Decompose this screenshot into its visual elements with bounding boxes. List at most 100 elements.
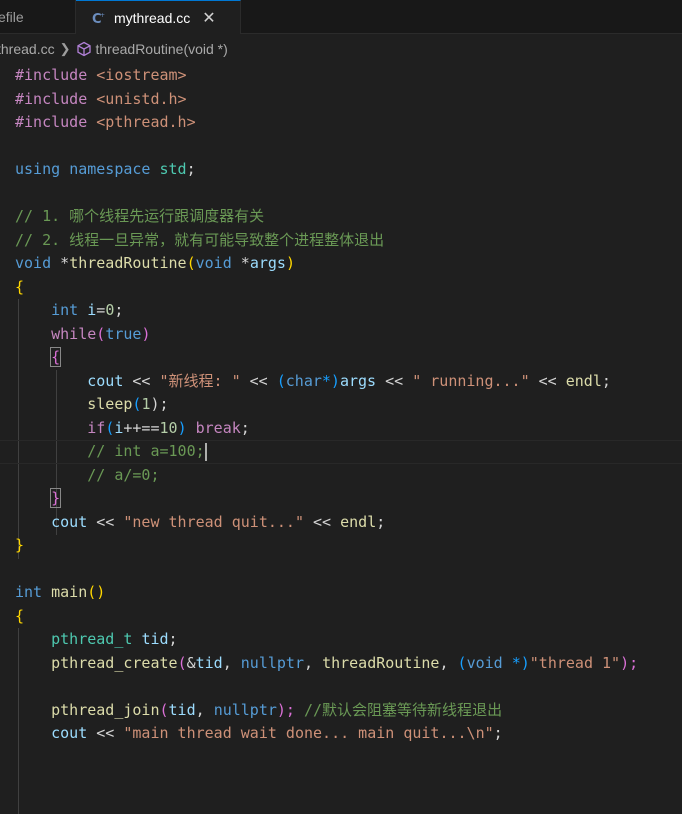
token: "main thread wait done... main quit...\n… xyxy=(123,724,494,742)
token: ( xyxy=(186,254,196,272)
token: ; xyxy=(186,160,196,178)
code-line: int i=0; xyxy=(0,299,682,323)
token: endl xyxy=(565,371,602,390)
token: cout xyxy=(87,371,124,390)
token: cout xyxy=(51,512,88,531)
breadcrumb-file[interactable]: thread.cc xyxy=(0,41,55,57)
token: "new thread quit..." xyxy=(123,512,304,531)
token: int xyxy=(15,583,43,601)
token: ; xyxy=(114,301,124,319)
code-line-current: // int a=100; xyxy=(0,440,682,464)
code-line: cout << "new thread quit..." << endl; xyxy=(0,511,682,535)
svg-text:+: + xyxy=(100,12,105,19)
code-line: // 2. 线程一旦异常，就有可能导致整个进程整体退出 xyxy=(0,229,682,253)
code-line: #include <pthread.h> xyxy=(0,111,682,135)
token: while xyxy=(51,324,97,343)
code-editor[interactable]: #include <iostream> #include <unistd.h> … xyxy=(0,64,682,814)
comment: // 1. 哪个线程先运行跟调度器有关 xyxy=(15,207,265,225)
token: true xyxy=(105,324,142,343)
token: tid xyxy=(195,653,223,672)
token: sleep xyxy=(87,395,133,413)
token: << xyxy=(529,371,566,390)
token: ( xyxy=(457,653,467,672)
code-line: int main() xyxy=(0,581,682,605)
code-line: while(true) xyxy=(0,323,682,347)
token: void xyxy=(195,254,232,272)
token: void xyxy=(15,254,52,272)
token: std xyxy=(159,160,187,178)
token: << xyxy=(240,371,277,390)
code-line: #include <unistd.h> xyxy=(0,88,682,112)
token: *) xyxy=(321,371,340,390)
token: ); xyxy=(620,653,639,672)
editor-tab-bar: efile C + mythread.cc ✕ xyxy=(0,0,682,34)
brace-open: { xyxy=(15,277,25,296)
token: << xyxy=(304,512,341,531)
code-line: using namespace std; xyxy=(0,158,682,182)
code-line: pthread_create(&tid, nullptr, threadRout… xyxy=(0,652,682,676)
token: ( xyxy=(159,700,169,719)
code-line: { xyxy=(0,346,682,370)
brace-close: } xyxy=(50,488,62,508)
token: if xyxy=(87,418,106,437)
token: nullptr xyxy=(213,700,277,719)
code-line: { xyxy=(0,605,682,629)
token: = xyxy=(96,301,106,319)
token: pthread_t xyxy=(51,630,133,648)
comment: //默认会阻塞等待新线程退出 xyxy=(304,700,503,719)
token: #include xyxy=(15,66,88,84)
close-icon[interactable]: ✕ xyxy=(202,8,215,28)
token: <pthread.h> xyxy=(96,113,196,131)
brace-close: } xyxy=(15,536,25,554)
token: ; xyxy=(376,512,386,531)
token: 10 xyxy=(159,418,178,437)
token: int xyxy=(51,301,79,319)
cpp-file-icon: C + xyxy=(92,12,105,25)
comment: // int a=100; xyxy=(87,442,205,460)
token: "新线程: " xyxy=(159,371,241,390)
code-line: // a/=0; xyxy=(0,464,682,488)
code-line: void *threadRoutine(void *args) xyxy=(0,252,682,276)
token: , xyxy=(304,653,323,672)
token: ); xyxy=(150,395,169,413)
token: ) xyxy=(141,324,151,343)
tab-makefile[interactable]: efile xyxy=(0,0,76,33)
token: <unistd.h> xyxy=(96,89,187,108)
token: , xyxy=(439,653,458,672)
code-line: } xyxy=(0,487,682,511)
token: using xyxy=(15,160,61,178)
tab-mythread-cc[interactable]: C + mythread.cc ✕ xyxy=(76,0,241,34)
token: namespace xyxy=(69,160,151,178)
token: endl xyxy=(340,512,377,531)
token: << xyxy=(87,512,124,531)
token: "thread 1" xyxy=(529,653,621,672)
token: <iostream> xyxy=(96,66,187,84)
token: pthread_create xyxy=(51,653,178,672)
breadcrumb-symbol[interactable]: threadRoutine(void *) xyxy=(96,41,228,57)
token: << xyxy=(376,371,413,390)
tab-label: mythread.cc xyxy=(114,9,191,26)
token: pthread_join xyxy=(51,700,160,719)
tab-label: efile xyxy=(0,8,24,25)
token: * xyxy=(240,254,250,272)
token: *) xyxy=(502,653,530,672)
token: tid xyxy=(141,630,169,648)
token: #include xyxy=(15,113,88,131)
token: tid xyxy=(168,700,196,719)
token: i xyxy=(87,301,97,319)
token: nullptr xyxy=(240,653,304,672)
token: * xyxy=(60,254,70,272)
token: ++== xyxy=(123,418,160,437)
token: << xyxy=(123,371,160,390)
brace-open: { xyxy=(15,606,25,625)
code-line: } xyxy=(0,534,682,558)
token: ( xyxy=(105,418,115,437)
token: main xyxy=(51,583,88,601)
